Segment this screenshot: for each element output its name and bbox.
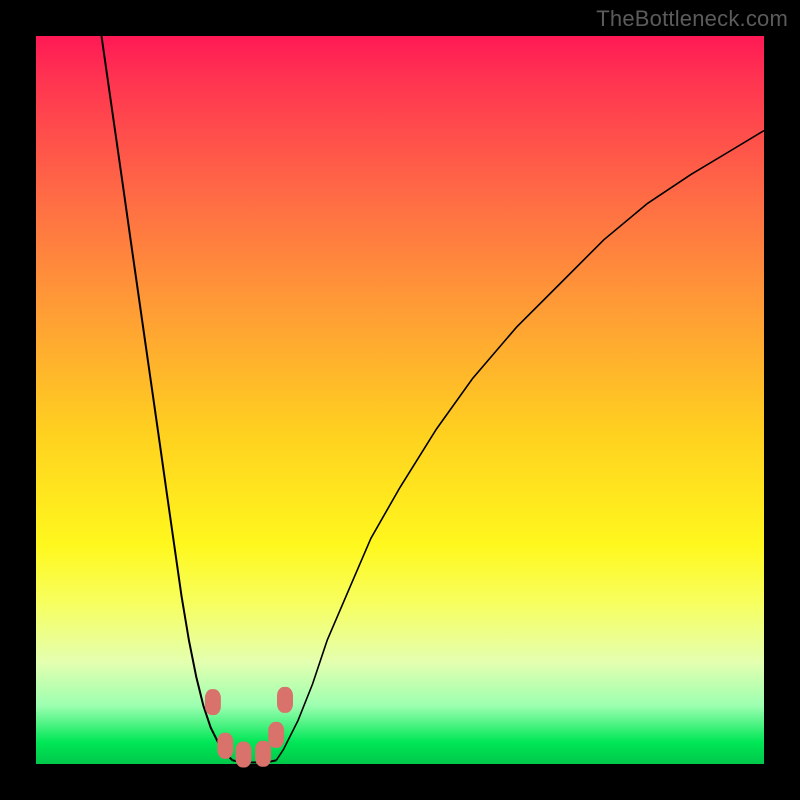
watermark-text: TheBottleneck.com: [596, 6, 788, 32]
chart-frame: TheBottleneck.com: [0, 0, 800, 800]
valley-marker: [205, 689, 221, 715]
valley-marker: [236, 742, 252, 768]
curve-left: [102, 36, 233, 760]
valley-marker: [255, 741, 271, 767]
plot-area: [36, 36, 764, 764]
curve-right: [276, 131, 764, 761]
chart-svg: [36, 36, 764, 764]
valley-marker: [277, 687, 293, 713]
valley-marker: [268, 722, 284, 748]
valley-marker: [217, 733, 233, 759]
